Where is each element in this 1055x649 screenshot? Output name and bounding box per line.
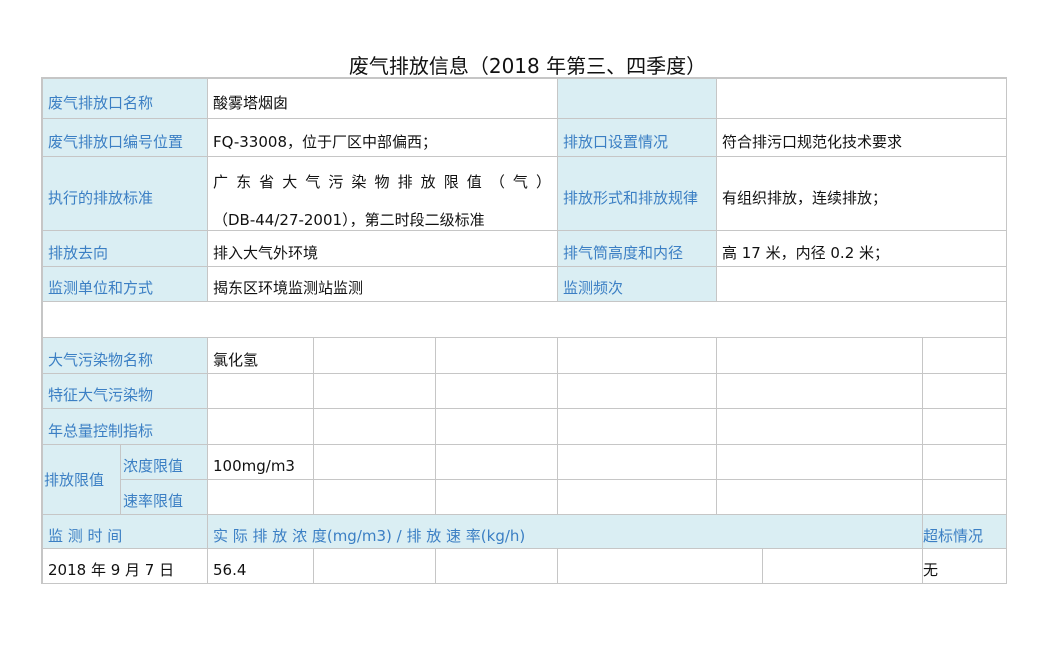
monitor-freq-label: 监测频次 bbox=[558, 267, 717, 302]
rate-col7 bbox=[923, 480, 1007, 515]
annual-col3 bbox=[314, 409, 436, 445]
annual-col6 bbox=[717, 409, 923, 445]
monitor-exceed: 无 bbox=[923, 549, 1007, 584]
outlet-setup-label: 排放口设置情况 bbox=[558, 119, 717, 157]
page-title: 废气排放信息（2018 年第三、四季度） bbox=[348, 54, 707, 78]
special-col7 bbox=[923, 374, 1007, 409]
special-col2 bbox=[208, 374, 314, 409]
emission-header: 实 际 排 放 浓 度(mg/m3) / 排 放 速 率(kg/h) bbox=[208, 515, 923, 549]
special-col6 bbox=[717, 374, 923, 409]
special-col5 bbox=[558, 374, 717, 409]
conc-col6 bbox=[717, 445, 923, 480]
outlet-code-label: 废气排放口编号位置 bbox=[43, 119, 208, 157]
monitor-value: 56.4 bbox=[208, 549, 314, 584]
empty-value-cell bbox=[717, 79, 1007, 119]
data-col6 bbox=[763, 549, 923, 584]
conc-col3 bbox=[314, 445, 436, 480]
rate-col5 bbox=[558, 480, 717, 515]
conc-limit-label: 浓度限值 bbox=[121, 445, 208, 480]
blank-row bbox=[43, 302, 1007, 338]
conc-col7 bbox=[923, 445, 1007, 480]
annual-col5 bbox=[558, 409, 717, 445]
standard-line-2: （DB-44/27-2001），第二时段二级标准 bbox=[213, 211, 485, 229]
monitor-unit-value: 揭东区环境监测站监测 bbox=[208, 267, 558, 302]
monitor-date: 2018 年 9 月 7 日 bbox=[43, 549, 208, 584]
form-label: 排放形式和排放规律 bbox=[558, 157, 717, 231]
annual-col2 bbox=[208, 409, 314, 445]
conc-limit-value: 100mg/m3 bbox=[208, 445, 314, 480]
pollutant-name-col4 bbox=[436, 338, 558, 374]
monitor-time-header: 监 测 时 间 bbox=[43, 515, 208, 549]
outlet-name-value: 酸雾塔烟囱 bbox=[208, 79, 558, 119]
emission-info-table: 废气排放口名称 酸雾塔烟囱 废气排放口编号位置 FQ-33008，位于厂区中部偏… bbox=[41, 77, 1007, 584]
standard-value: 广东省大气污染物排放限值（气） （DB-44/27-2001），第二时段二级标准 bbox=[208, 157, 558, 231]
stack-label: 排气筒高度和内径 bbox=[558, 231, 717, 267]
exceed-header: 超标情况 bbox=[923, 515, 1007, 549]
data-col4 bbox=[436, 549, 558, 584]
special-pollutant-label: 特征大气污染物 bbox=[43, 374, 208, 409]
pollutant-name-col7 bbox=[923, 338, 1007, 374]
emission-limit-label: 排放限值 bbox=[43, 445, 121, 515]
rate-col4 bbox=[436, 480, 558, 515]
conc-col5 bbox=[558, 445, 717, 480]
outlet-setup-value: 符合排污口规范化技术要求 bbox=[717, 119, 1007, 157]
destination-value: 排入大气外环境 bbox=[208, 231, 558, 267]
special-col3 bbox=[314, 374, 436, 409]
rate-col6 bbox=[717, 480, 923, 515]
pollutant-name-label: 大气污染物名称 bbox=[43, 338, 208, 374]
form-value: 有组织排放，连续排放； bbox=[717, 157, 1007, 231]
standard-label: 执行的排放标准 bbox=[43, 157, 208, 231]
pollutant-name-value: 氯化氢 bbox=[208, 338, 314, 374]
data-col3 bbox=[314, 549, 436, 584]
rate-col2 bbox=[208, 480, 314, 515]
empty-label-cell bbox=[558, 79, 717, 119]
annual-total-label: 年总量控制指标 bbox=[43, 409, 208, 445]
rate-col3 bbox=[314, 480, 436, 515]
pollutant-name-col5 bbox=[558, 338, 717, 374]
annual-col7 bbox=[923, 409, 1007, 445]
monitor-freq-value bbox=[717, 267, 1007, 302]
outlet-code-value: FQ-33008，位于厂区中部偏西； bbox=[208, 119, 558, 157]
conc-col4 bbox=[436, 445, 558, 480]
pollutant-name-col3 bbox=[314, 338, 436, 374]
data-col5 bbox=[558, 549, 763, 584]
destination-label: 排放去向 bbox=[43, 231, 208, 267]
special-col4 bbox=[436, 374, 558, 409]
standard-line-1: 广东省大气污染物排放限值（气） bbox=[213, 173, 551, 191]
rate-limit-label: 速率限值 bbox=[121, 480, 208, 515]
stack-value: 高 17 米，内径 0.2 米； bbox=[717, 231, 1007, 267]
monitor-unit-label: 监测单位和方式 bbox=[43, 267, 208, 302]
outlet-name-label: 废气排放口名称 bbox=[43, 79, 208, 119]
pollutant-name-col6 bbox=[717, 338, 923, 374]
annual-col4 bbox=[436, 409, 558, 445]
